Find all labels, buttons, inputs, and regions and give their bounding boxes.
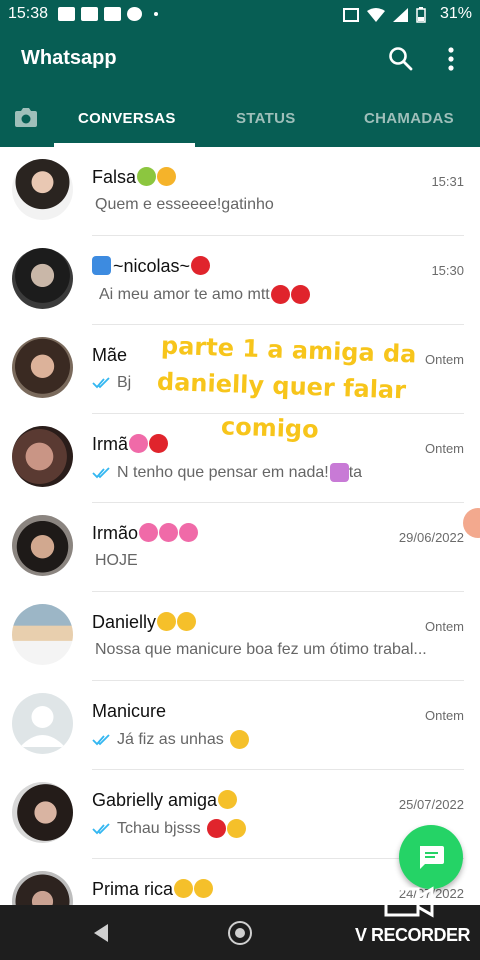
battery-percent: 31% <box>439 5 472 22</box>
angry-emoji-icon <box>157 167 177 186</box>
sparkling-heart-emoji-icon <box>129 434 148 453</box>
two-hearts-emoji-icon <box>139 523 159 542</box>
wifi-icon <box>367 8 385 22</box>
read-ticks-icon <box>92 466 110 478</box>
chat-preview: Bj <box>92 374 131 392</box>
chat-time: Ontem <box>424 708 464 723</box>
tab-chamadas[interactable]: CHAMADAS <box>364 110 454 127</box>
chat-name: Irmã <box>92 434 168 455</box>
heart-emoji-icon <box>149 434 168 453</box>
chat-time: 15:31 <box>431 174 464 189</box>
chat-preview: Ai meu amor te amo mtt <box>99 285 310 304</box>
tab-bar: CONVERSAS STATUS CHAMADAS <box>0 90 480 147</box>
search-icon[interactable] <box>388 46 414 72</box>
chat-row-falsa[interactable]: Falsa 15:31 Quem e esseeee!gatinho <box>0 147 480 236</box>
read-ticks-icon <box>92 377 110 389</box>
chat-name: Mãe <box>92 345 128 365</box>
heart-emoji-icon <box>206 819 226 838</box>
back-icon[interactable] <box>92 923 110 943</box>
kiss-emoji-icon <box>194 879 214 898</box>
chat-preview: Tchau bjsss <box>92 819 246 838</box>
chat-row-danielly[interactable]: Danielly Ontem Nossa que manicure boa fe… <box>0 592 480 681</box>
overlay-line-3: comigo <box>220 412 320 444</box>
video-icon <box>81 7 98 21</box>
chat-time: Ontem <box>424 352 464 367</box>
app-bar: Whatsapp <box>0 30 480 90</box>
read-ticks-icon <box>92 733 110 745</box>
nauseated-emoji-icon <box>137 167 157 186</box>
two-hearts-emoji-icon <box>159 523 179 542</box>
chat-name: Danielly <box>92 612 197 633</box>
chat-row-irmao[interactable]: Irmão 29/06/2022 HOJE <box>0 503 480 592</box>
butterfly-emoji-icon <box>92 256 111 275</box>
chat-name: Falsa <box>92 167 177 188</box>
heart-eyes-emoji-icon <box>218 790 238 809</box>
avatar <box>12 337 73 398</box>
avatar <box>12 782 73 843</box>
avatar <box>12 159 73 220</box>
notification-icons <box>58 7 158 21</box>
chat-preview: N tenho que pensar em nada! ta <box>92 463 362 482</box>
chat-preview: Quem e esseeee!gatinho <box>95 196 274 213</box>
chat-name: Irmão <box>92 523 199 544</box>
system-nav-bar: V RECORDER <box>0 886 480 960</box>
heart-emoji-icon <box>191 256 211 275</box>
home-icon[interactable] <box>228 921 252 945</box>
more-notifications-icon <box>154 12 158 16</box>
avatar <box>12 604 73 665</box>
chat-name: Gabrielly amiga <box>92 790 238 811</box>
chat-preview: Nossa que manicure boa fez um ótimo trab… <box>95 641 427 658</box>
chat-preview: Já fiz as unhas <box>92 730 249 749</box>
more-options-icon[interactable] <box>440 46 462 72</box>
cat-kiss-emoji-icon <box>226 819 246 838</box>
chat-time: Ontem <box>424 619 464 634</box>
messenger-icon <box>127 7 142 21</box>
app-title: Whatsapp <box>21 47 117 69</box>
chat-time: 29/06/2022 <box>398 530 464 545</box>
avatar <box>12 871 73 905</box>
avatar <box>12 693 73 754</box>
heart-eyes-emoji-icon <box>174 879 194 898</box>
chat-row-manicure[interactable]: Manicure Ontem Já fiz as unhas <box>0 681 480 770</box>
chat-time: 25/07/2022 <box>398 797 464 812</box>
recorder-watermark: V RECORDER <box>355 925 471 945</box>
avatar <box>12 426 73 487</box>
chat-name: ~nicolas~ <box>92 256 211 277</box>
heart-emoji-icon <box>270 285 290 304</box>
system-icons <box>343 7 426 23</box>
chat-time: 15:30 <box>431 263 464 278</box>
signal-icon <box>393 8 408 22</box>
message-icon <box>420 846 444 869</box>
nail-polish-emoji-icon <box>329 463 349 482</box>
grinning-emoji-icon <box>229 730 249 749</box>
chat-list: Falsa 15:31 Quem e esseeee!gatinho ~nico… <box>0 147 480 905</box>
avatar <box>12 248 73 309</box>
heart-emoji-icon <box>290 285 310 304</box>
screen-recorder-icon <box>384 886 434 918</box>
camera-icon[interactable] <box>14 106 38 128</box>
avatar <box>12 515 73 576</box>
cast-icon <box>343 8 359 22</box>
two-hearts-emoji-icon <box>179 523 199 542</box>
chat-row-nicolas[interactable]: ~nicolas~ 15:30 Ai meu amor te amo mtt <box>0 236 480 325</box>
facebook-icon <box>104 7 121 21</box>
chat-name: Prima rica <box>92 879 214 900</box>
read-ticks-icon <box>92 822 110 834</box>
unamused-emoji-icon <box>157 612 177 631</box>
chat-preview: HOJE <box>95 552 138 569</box>
chat-time: Ontem <box>424 441 464 456</box>
status-time: 15:38 <box>8 5 49 22</box>
youtube-icon <box>58 7 75 21</box>
default-avatar-icon <box>20 706 65 747</box>
tab-conversas[interactable]: CONVERSAS <box>78 110 176 127</box>
unamused-emoji-icon <box>177 612 197 631</box>
status-bar: 15:38 31% <box>0 0 480 30</box>
new-chat-button[interactable] <box>399 825 463 889</box>
tab-status[interactable]: STATUS <box>236 110 296 127</box>
chat-name: Manicure <box>92 701 167 721</box>
battery-icon <box>416 7 426 23</box>
